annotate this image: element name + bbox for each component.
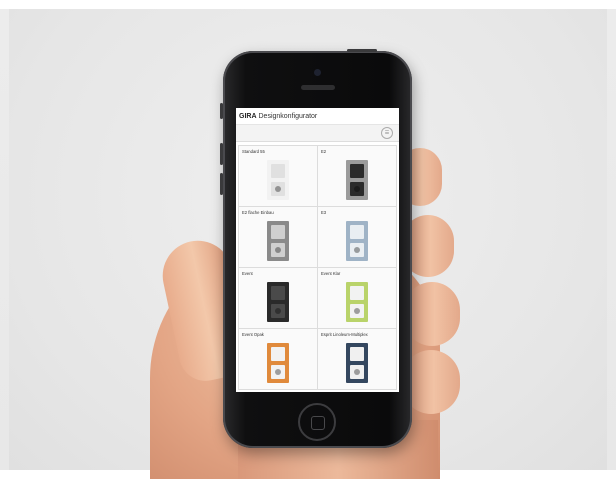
- switch-frame-image: [346, 160, 368, 200]
- switch-frame-image: [267, 221, 289, 261]
- power-button: [347, 49, 377, 52]
- product-label: E3: [321, 210, 327, 215]
- menu-icon[interactable]: ☰: [381, 127, 393, 139]
- product-tile[interactable]: E2 flache Einbau: [239, 207, 317, 267]
- product-tile[interactable]: Esprit Linoleum-Multiplex: [318, 329, 396, 389]
- socket-insert: [350, 243, 364, 257]
- product-label: Esprit Linoleum-Multiplex: [321, 332, 368, 337]
- smartphone: GIRA Designkonfigurator ☰ Standard 55 E2 E…: [220, 49, 412, 448]
- app-toolbar: ☰: [236, 125, 399, 142]
- product-tile[interactable]: E2: [318, 146, 396, 206]
- light-switch-insert: [271, 225, 285, 239]
- socket-insert: [350, 365, 364, 379]
- light-switch-insert: [271, 347, 285, 361]
- product-label: Event Klar: [321, 271, 341, 276]
- phone-screen: GIRA Designkonfigurator ☰ Standard 55 E2 E…: [236, 108, 399, 392]
- socket-insert: [350, 304, 364, 318]
- product-tile[interactable]: Event: [239, 268, 317, 328]
- switch-frame-image: [346, 221, 368, 261]
- photo-stage: GIRA Designkonfigurator ☰ Standard 55 E2 E…: [0, 0, 616, 479]
- home-square-icon: [311, 416, 325, 430]
- product-label: Standard 55: [242, 149, 265, 154]
- socket-insert: [271, 304, 285, 318]
- product-tile[interactable]: Event Opak: [239, 329, 317, 389]
- product-tile[interactable]: Standard 55: [239, 146, 317, 206]
- product-tile[interactable]: E3: [318, 207, 396, 267]
- light-switch-insert: [271, 286, 285, 300]
- mute-switch: [220, 103, 223, 119]
- socket-insert: [271, 365, 285, 379]
- volume-down-button: [220, 173, 223, 195]
- switch-frame-image: [346, 343, 368, 383]
- product-tile[interactable]: Event Klar: [318, 268, 396, 328]
- socket-insert: [271, 182, 285, 196]
- app-header: GIRA Designkonfigurator: [236, 108, 399, 125]
- home-button[interactable]: [298, 403, 336, 441]
- product-grid: Standard 55 E2 E2 flache Einbau E3 Event Even…: [238, 145, 397, 390]
- product-label: E2: [321, 149, 327, 154]
- product-label: E2 flache Einbau: [242, 210, 274, 215]
- product-label: Event: [242, 271, 253, 276]
- app-title: Designkonfigurator: [258, 112, 318, 120]
- light-switch-insert: [350, 347, 364, 361]
- socket-insert: [350, 182, 364, 196]
- light-switch-insert: [350, 225, 364, 239]
- brand-logo: GIRA: [239, 112, 257, 120]
- switch-frame-image: [267, 282, 289, 322]
- switch-frame-image: [267, 160, 289, 200]
- volume-up-button: [220, 143, 223, 165]
- light-switch-insert: [350, 286, 364, 300]
- hand-finger: [404, 282, 460, 346]
- earpiece-speaker: [301, 85, 335, 90]
- product-label: Event Opak: [242, 332, 264, 337]
- light-switch-insert: [271, 164, 285, 178]
- switch-frame-image: [346, 282, 368, 322]
- socket-insert: [271, 243, 285, 257]
- light-switch-insert: [350, 164, 364, 178]
- switch-frame-image: [267, 343, 289, 383]
- front-camera: [314, 69, 321, 76]
